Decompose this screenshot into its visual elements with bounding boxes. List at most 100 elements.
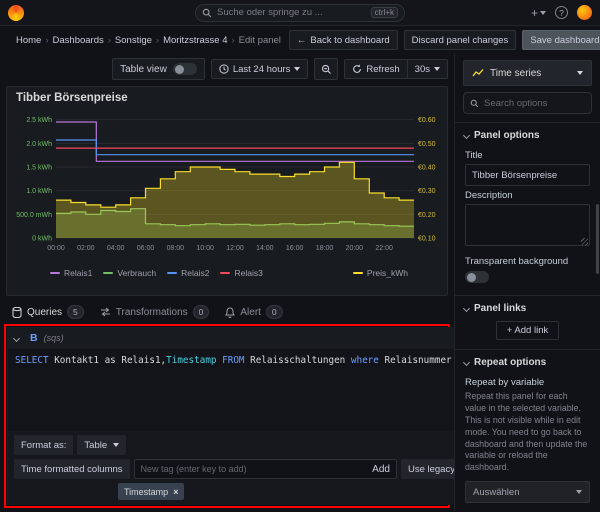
timestamp-tag-chip[interactable]: Timestamp ×	[118, 483, 184, 500]
repeat-variable-placeholder: Auswählen	[473, 487, 519, 498]
section-repeat-options: Repeat options Repeat by variable Repeat…	[455, 349, 600, 512]
svg-text:2.5 kWh: 2.5 kWh	[26, 117, 52, 124]
chart-legend: Relais1 Verbrauch Relais2 Relais3 Preis_…	[16, 267, 438, 278]
visualization-type-label: Time series	[490, 68, 541, 79]
breadcrumb-dashboards[interactable]: Dashboards	[53, 35, 104, 46]
svg-text:00:00: 00:00	[47, 245, 65, 252]
breadcrumb-separator: ›	[156, 35, 159, 46]
repeat-options-header[interactable]: Repeat options	[455, 350, 600, 373]
user-avatar[interactable]	[577, 5, 592, 20]
svg-text:€0.50: €0.50	[418, 141, 436, 148]
svg-text:20:00: 20:00	[346, 245, 364, 252]
title-field-label: Title	[465, 150, 590, 161]
breadcrumb-home[interactable]: Home	[16, 35, 41, 46]
breadcrumb: Home› Dashboards› Sonstige› Moritzstrass…	[16, 35, 281, 46]
sidebar-scrollbar[interactable]	[596, 204, 599, 274]
time-range-label: Last 24 hours	[233, 64, 291, 75]
search-placeholder: Suche oder springe zu ...	[217, 7, 366, 18]
svg-text:16:00: 16:00	[286, 245, 304, 252]
visualization-picker[interactable]: Time series	[463, 60, 592, 86]
clock-icon	[219, 64, 229, 74]
tab-transformations[interactable]: Transformations 0	[100, 305, 210, 319]
chevron-down-icon	[434, 67, 440, 71]
refresh-button[interactable]: Refresh	[344, 59, 407, 79]
search-shortcut: ctrl+k	[371, 7, 398, 18]
discard-panel-changes-button[interactable]: Discard panel changes	[404, 30, 517, 50]
format-as-select[interactable]: Table	[77, 435, 126, 455]
table-view-label: Table view	[120, 64, 167, 75]
refresh-interval-value: 30s	[415, 64, 430, 75]
svg-text:1.5 kWh: 1.5 kWh	[26, 165, 52, 172]
zoom-out-icon	[321, 64, 332, 75]
panel-description-textarea[interactable]	[465, 204, 590, 246]
legend-label: Relais3	[234, 268, 262, 278]
table-view-toggle[interactable]: Table view	[112, 58, 205, 80]
legend-item-preis-kwh[interactable]: Preis_kWh	[353, 268, 408, 278]
tag-input[interactable]: New tag (enter key to add) Add	[134, 459, 397, 479]
section-panel-links: Panel links + Add link	[455, 295, 600, 349]
options-sidebar: Time series Search options Panel options…	[454, 54, 600, 512]
tab-alert[interactable]: Alert 0	[225, 305, 282, 319]
legend-item-relais1[interactable]: Relais1	[50, 268, 92, 278]
svg-text:€0.10: €0.10	[418, 236, 436, 243]
timeseries-chart[interactable]: 0 kWh€0.10500.0 mWh€0.201.0 kWh€0.301.5 …	[16, 106, 450, 264]
legend-marker	[353, 272, 363, 275]
chevron-down-icon	[113, 443, 119, 447]
panel-title-input[interactable]	[465, 164, 590, 186]
table-view-switch[interactable]	[173, 63, 197, 75]
svg-text:08:00: 08:00	[167, 245, 185, 252]
refresh-interval-dropdown[interactable]: 30s	[408, 59, 448, 79]
zoom-out-button[interactable]	[314, 58, 338, 80]
chevron-down-icon	[463, 305, 470, 312]
chevron-down-icon	[463, 359, 470, 366]
section-title: Panel links	[474, 303, 526, 314]
breadcrumb-edit-panel: Edit panel	[239, 35, 281, 46]
grafana-logo[interactable]	[8, 5, 24, 21]
save-label: Save dashboard	[530, 35, 599, 46]
options-search-placeholder: Search options	[484, 98, 547, 109]
svg-text:18:00: 18:00	[316, 245, 334, 252]
transparent-background-switch[interactable]	[465, 271, 489, 283]
repeat-variable-select[interactable]: Auswählen	[465, 481, 590, 503]
remove-tag-icon[interactable]: ×	[173, 487, 178, 497]
legend-item-verbrauch[interactable]: Verbrauch	[103, 268, 156, 278]
time-range-picker[interactable]: Last 24 hours	[211, 59, 309, 79]
new-menu-button[interactable]: +	[531, 6, 546, 20]
svg-text:€0.30: €0.30	[418, 188, 436, 195]
transparent-background-label: Transparent background	[465, 256, 568, 267]
tag-add-button[interactable]: Add	[372, 464, 390, 475]
collapse-chevron-icon[interactable]	[13, 334, 20, 341]
tab-queries[interactable]: Queries 5	[12, 305, 84, 319]
panel-title: Tibber Börsenpreise	[16, 92, 438, 104]
repeat-by-variable-label: Repeat by variable	[465, 377, 590, 388]
editor-tabs: Queries 5 Transformations 0 Alert 0	[0, 302, 454, 324]
search-icon	[470, 99, 479, 108]
annotation-rectangle: B (sqs) SELECT Kontakt1 as Relais1,Times…	[4, 324, 450, 508]
legend-marker	[220, 272, 230, 275]
tab-label: Transformations	[116, 307, 188, 318]
tab-label: Alert	[240, 307, 261, 318]
svg-text:12:00: 12:00	[226, 245, 244, 252]
panel-options-header[interactable]: Panel options	[455, 123, 600, 146]
save-dashboard-button[interactable]: Save dashboard	[522, 30, 600, 50]
breadcrumb-folder[interactable]: Sonstige	[115, 35, 152, 46]
breadcrumb-dashboard[interactable]: Moritzstrasse 4	[163, 35, 227, 46]
query-datasource: (sqs)	[44, 333, 64, 343]
back-to-dashboard-button[interactable]: ←Back to dashboard	[289, 30, 398, 50]
add-link-button[interactable]: + Add link	[496, 321, 559, 340]
legend-item-relais2[interactable]: Relais2	[167, 268, 209, 278]
transform-icon	[100, 307, 111, 317]
svg-text:€0.60: €0.60	[418, 117, 436, 124]
tab-badge: 0	[266, 305, 283, 319]
svg-text:02:00: 02:00	[77, 245, 95, 252]
section-title: Repeat options	[474, 357, 546, 368]
database-icon	[12, 307, 22, 318]
global-search[interactable]: Suche oder springe zu ... ctrl+k	[195, 4, 405, 22]
svg-text:14:00: 14:00	[256, 245, 274, 252]
repeat-description: Repeat this panel for each value in the …	[465, 391, 590, 474]
panel-links-header[interactable]: Panel links	[455, 296, 600, 319]
options-search[interactable]: Search options	[463, 92, 592, 114]
help-icon[interactable]: ?	[555, 6, 568, 19]
query-ref-id: B	[30, 332, 38, 344]
legend-item-relais3[interactable]: Relais3	[220, 268, 262, 278]
